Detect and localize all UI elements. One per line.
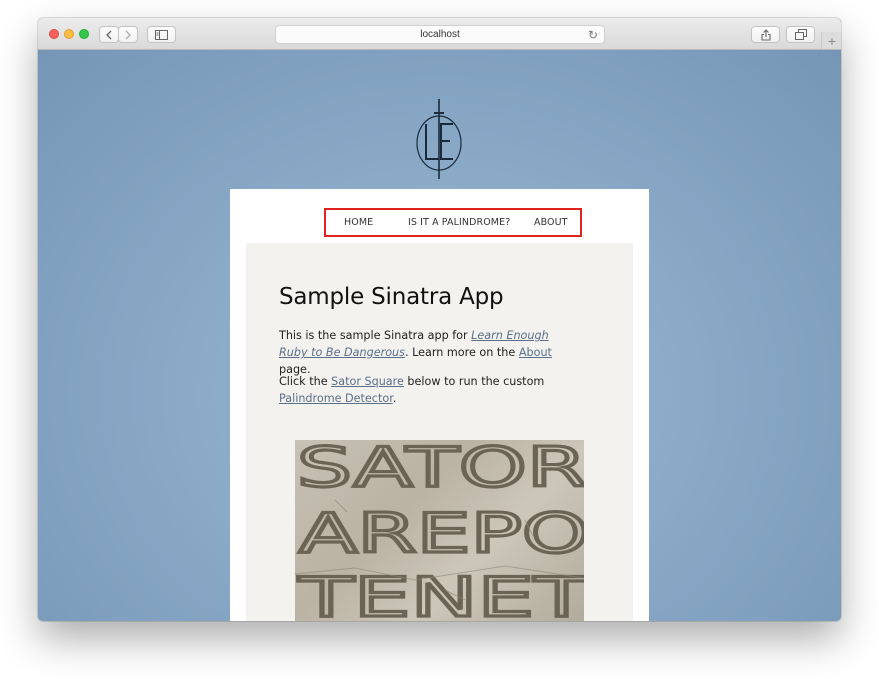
tabs-icon [794,29,807,40]
instruction-paragraph: Click the Sator Square below to run the … [279,373,579,407]
content-panel: Sample Sinatra App This is the sample Si… [246,243,633,621]
browser-toolbar: localhost ↻ + [38,18,841,50]
about-link[interactable]: About [519,346,552,359]
palindrome-detector-link[interactable]: Palindrome Detector [279,392,393,405]
forward-button[interactable] [118,26,138,43]
address-bar[interactable]: localhost ↻ [275,25,605,44]
instruction-text-2: below to run the custom [403,375,545,388]
sator-row-1: SATOR [297,440,584,499]
page-viewport: HOME IS IT A PALINDROME? ABOUT Sample Si… [38,50,841,621]
page-title: Sample Sinatra App [279,284,504,310]
main-card: HOME IS IT A PALINDROME? ABOUT Sample Si… [230,189,649,621]
instruction-text-3: . [392,392,397,405]
browser-window: localhost ↻ + HOME IS IT A PALINDROME? A… [38,18,841,621]
sidebar-icon [155,29,168,40]
show-tabs-button[interactable] [786,26,815,43]
intro-text-1: This is the sample Sinatra app for [279,329,472,342]
nav-home-link[interactable]: HOME [344,217,373,228]
share-icon [760,28,771,41]
new-tab-button[interactable]: + [821,32,841,49]
sidebar-button[interactable] [147,26,176,43]
plus-icon: + [827,32,837,49]
chevron-right-icon [125,30,131,39]
intro-paragraph: This is the sample Sinatra app for Learn… [279,327,579,378]
chevron-left-icon [106,30,112,39]
nav-palindrome-link[interactable]: IS IT A PALINDROME? [408,217,510,228]
intro-text-2: . Learn more on the [404,346,519,359]
reload-icon[interactable]: ↻ [588,27,598,43]
sator-row-3: TENET [297,566,584,621]
url-text: localhost [420,29,460,40]
zoom-window-button[interactable] [79,29,89,39]
back-button[interactable] [99,26,119,43]
sator-square-link[interactable]: Sator Square [331,375,404,388]
sator-square-picture: SATOR AREPO TENET [295,440,584,621]
nav-about-link[interactable]: ABOUT [534,217,568,228]
minimize-window-button[interactable] [64,29,74,39]
top-navigation: HOME IS IT A PALINDROME? ABOUT [324,208,582,237]
close-window-button[interactable] [49,29,59,39]
instruction-text-1: Click the [279,375,332,388]
sator-row-2: AREPO [299,502,584,565]
sator-square-image[interactable]: SATOR AREPO TENET [295,440,584,621]
learn-enough-logo-icon[interactable] [412,97,466,179]
share-button[interactable] [751,26,780,43]
